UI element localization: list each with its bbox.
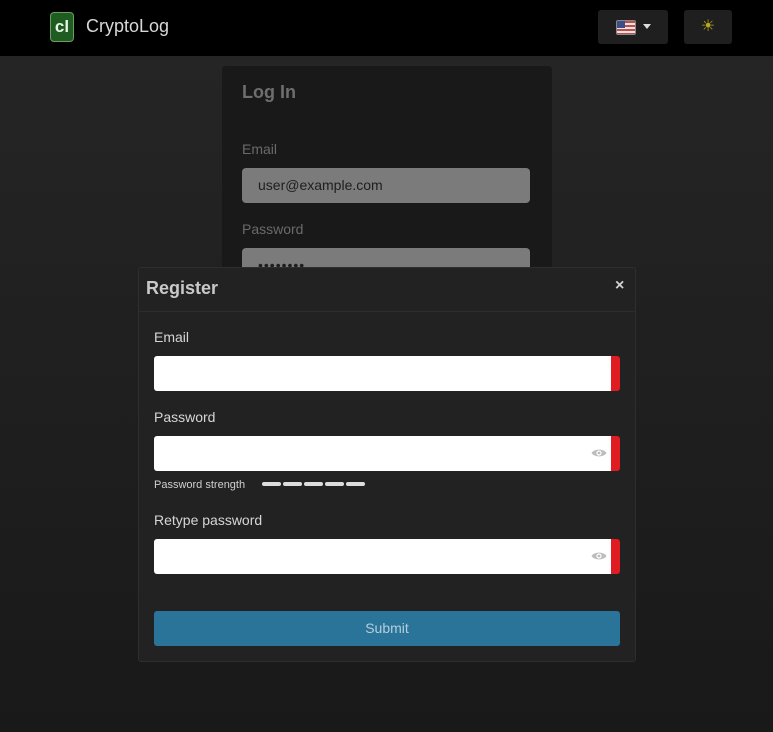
email-input[interactable] xyxy=(154,356,584,391)
close-button[interactable]: × xyxy=(615,277,624,295)
sun-icon: ☀ xyxy=(700,18,716,35)
strength-segment xyxy=(304,482,323,486)
modal-title: Register xyxy=(146,278,219,298)
login-title: Log In xyxy=(242,82,296,102)
retype-password-label: Retype password xyxy=(154,512,263,528)
retype-password-input[interactable] xyxy=(154,539,584,574)
close-icon: × xyxy=(615,277,625,294)
login-email-input[interactable]: user@example.com xyxy=(242,168,530,203)
chevron-down-icon xyxy=(643,24,651,29)
email-field[interactable] xyxy=(154,356,620,391)
password-input[interactable] xyxy=(154,436,584,471)
strength-segment xyxy=(325,482,344,486)
password-field[interactable] xyxy=(154,436,620,471)
retype-password-field[interactable] xyxy=(154,539,620,574)
submit-button[interactable]: Submit xyxy=(154,611,620,646)
navbar: cl CryptoLog ☀ xyxy=(0,0,773,56)
logo[interactable]: cl xyxy=(50,12,74,42)
strength-segment xyxy=(283,482,302,486)
password-strength-label: Password strength xyxy=(154,479,246,491)
email-label: Email xyxy=(154,329,190,345)
eye-icon[interactable] xyxy=(591,447,607,459)
password-strength-meter xyxy=(262,482,372,486)
language-selector-button[interactable] xyxy=(598,10,668,44)
register-modal: Register × Email Password Password stren… xyxy=(138,267,636,662)
login-email-label: Email xyxy=(242,141,278,157)
password-label: Password xyxy=(154,409,216,425)
brand-name[interactable]: CryptoLog xyxy=(86,16,169,37)
eye-icon[interactable] xyxy=(591,550,607,562)
login-password-label: Password xyxy=(242,221,304,237)
theme-toggle-button[interactable]: ☀ xyxy=(684,10,732,44)
strength-segment xyxy=(346,482,365,486)
strength-segment xyxy=(262,482,281,486)
modal-header: Register × xyxy=(139,268,635,312)
us-flag-icon xyxy=(616,20,636,35)
